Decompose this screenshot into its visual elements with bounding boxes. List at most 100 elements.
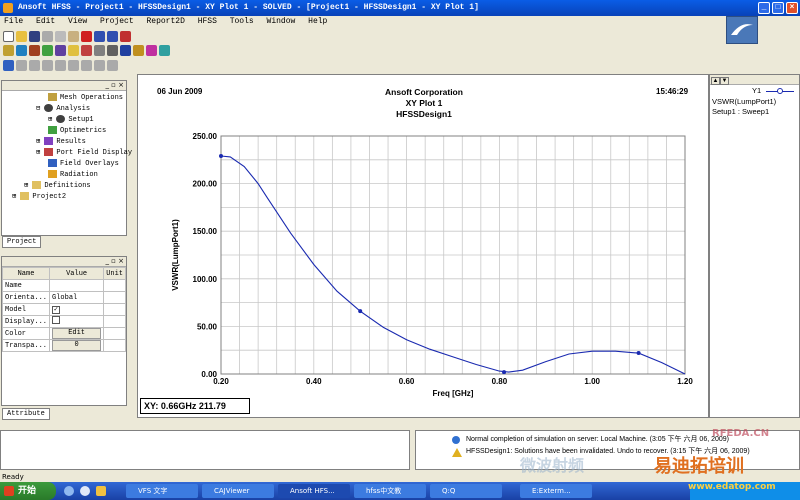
model-checkbox[interactable]: ✓ <box>52 305 61 314</box>
close-button[interactable]: × <box>786 2 798 14</box>
task-item[interactable]: VFS 文字 <box>126 484 198 498</box>
title-bar: Ansoft HFSS - Project1 - HFSSDesign1 - X… <box>0 0 800 16</box>
y-tick-label: 250.00 <box>193 132 218 141</box>
menu-report2d[interactable]: Report2D <box>142 16 188 27</box>
table-row[interactable]: Color Edit <box>1 327 126 340</box>
open-icon[interactable] <box>16 30 27 42</box>
tab-project[interactable]: Project <box>2 236 42 248</box>
help-icon[interactable] <box>120 30 131 42</box>
boundary-icon[interactable] <box>29 44 40 56</box>
xy-chart[interactable]: 0.20 0.40 0.60 0.80 1.00 1.200.0050.00100.001… <box>138 75 710 419</box>
function-icon[interactable] <box>68 59 79 71</box>
panel-controls: _ ▫ × <box>2 257 126 267</box>
circle-icon[interactable] <box>107 59 118 71</box>
optimetrics-icon <box>48 126 57 135</box>
legend-down-icon[interactable]: ▼ <box>720 77 729 85</box>
properties-panel: _ ▫ × Name Value Unit Name Orienta... Glo… <box>1 256 127 406</box>
paste-icon[interactable] <box>68 30 79 42</box>
progress-panel <box>0 430 410 470</box>
task-item[interactable]: Ansoft HFS... <box>278 484 350 498</box>
watermark-site: RFEDA.CN <box>712 428 770 439</box>
col-header-unit: Unit <box>103 267 126 280</box>
quicklaunch-icon[interactable] <box>64 486 74 496</box>
xy-plot-window[interactable]: 06 Jun 2009 15:46:29 Ansoft Corporation … <box>137 74 709 418</box>
menu-hfss[interactable]: HFSS <box>194 16 221 27</box>
tool-icon[interactable] <box>3 44 14 56</box>
tree-item[interactable]: Mesh Operations <box>6 93 126 104</box>
tree-item[interactable]: ⊞ Setup1 <box>6 115 126 126</box>
tree-item[interactable]: ⊞ Results <box>6 137 126 148</box>
ellipse-icon[interactable] <box>94 59 105 71</box>
delete-icon[interactable] <box>81 30 92 42</box>
toolbar-draw <box>0 58 118 72</box>
maximize-button[interactable]: □ <box>772 2 784 14</box>
tree-item[interactable]: Optimetrics <box>6 126 126 137</box>
explorer-icon[interactable] <box>96 486 106 496</box>
minimize-button[interactable]: _ <box>758 2 770 14</box>
windows-logo-icon <box>4 486 14 496</box>
x-tick-label: 1.00 <box>584 377 600 386</box>
menu-window[interactable]: Window <box>263 16 300 27</box>
tab-attribute[interactable]: Attribute <box>2 408 50 420</box>
task-item[interactable]: Q:Q <box>430 484 502 498</box>
browser-icon[interactable] <box>80 486 90 496</box>
polyline-icon[interactable] <box>55 59 66 71</box>
menu-view[interactable]: View <box>64 16 91 27</box>
properties-table: Name Value Unit Name Orienta... Global Mo… <box>1 267 126 352</box>
tree-item[interactable]: Radiation <box>6 170 126 181</box>
mesh-icon[interactable] <box>55 44 66 56</box>
field-overlays-icon <box>48 159 57 168</box>
rectangle-icon[interactable] <box>81 59 92 71</box>
copy-icon[interactable] <box>55 30 66 42</box>
plot-icon[interactable] <box>159 44 170 56</box>
undo-icon[interactable] <box>94 30 105 42</box>
validate-icon[interactable] <box>120 44 131 56</box>
color-edit-button[interactable]: Edit <box>52 328 102 339</box>
report-icon[interactable] <box>146 44 157 56</box>
new-icon[interactable] <box>3 30 14 42</box>
menu-help[interactable]: Help <box>304 16 331 27</box>
excitation-icon[interactable] <box>42 44 53 56</box>
arc-icon[interactable] <box>42 59 53 71</box>
setup-icon <box>56 115 66 124</box>
menu-tools[interactable]: Tools <box>226 16 258 27</box>
menu-edit[interactable]: Edit <box>32 16 59 27</box>
port-field-icon <box>44 148 54 157</box>
table-row[interactable]: Model ✓ <box>1 303 126 316</box>
menu-file[interactable]: File <box>0 16 27 27</box>
legend-up-icon[interactable]: ▲ <box>711 77 720 85</box>
x-axis-label: Freq [GHz] <box>433 389 474 398</box>
col-header-name: Name <box>1 267 51 280</box>
menu-project[interactable]: Project <box>96 16 138 27</box>
results-icon[interactable] <box>81 44 92 56</box>
analyze-icon[interactable] <box>68 44 79 56</box>
field-icon[interactable] <box>94 44 105 56</box>
tree-item[interactable]: Field Overlays <box>6 159 126 170</box>
tree-item[interactable]: ⊟ Analysis <box>6 104 126 115</box>
save-icon[interactable] <box>29 30 40 42</box>
x-tick-label: 1.20 <box>677 377 693 386</box>
table-row[interactable]: Name <box>1 279 126 292</box>
optimetrics-icon[interactable] <box>133 44 144 56</box>
ansoft-logo <box>726 16 758 44</box>
spline-icon[interactable] <box>29 59 40 71</box>
marker-readout: XY: 0.66GHz 211.79 <box>140 398 250 414</box>
task-item[interactable]: CAJViewer <box>202 484 274 498</box>
tree-item[interactable]: ⊞ Definitions <box>6 181 126 192</box>
tree-item[interactable]: ⊞ Project2 <box>6 192 126 203</box>
table-row[interactable]: Display... <box>1 315 126 328</box>
task-item[interactable]: hfss中文教 <box>354 484 426 498</box>
table-row[interactable]: Transpa... 0 <box>1 339 126 352</box>
table-row[interactable]: Orienta... Global <box>1 291 126 304</box>
redo-icon[interactable] <box>107 30 118 42</box>
insert-icon[interactable] <box>16 44 27 56</box>
measure-icon[interactable] <box>107 44 118 56</box>
display-checkbox[interactable] <box>52 316 61 324</box>
legend-entry[interactable]: Y1 <box>710 85 799 97</box>
tree-item[interactable]: ⊞ Port Field Display <box>6 148 132 159</box>
line-icon[interactable] <box>16 59 27 71</box>
cut-icon[interactable] <box>42 30 53 42</box>
transparency-button[interactable]: 0 <box>52 340 102 351</box>
draw-icon[interactable] <box>3 59 14 71</box>
task-item[interactable]: E:Exterm... <box>520 484 592 498</box>
